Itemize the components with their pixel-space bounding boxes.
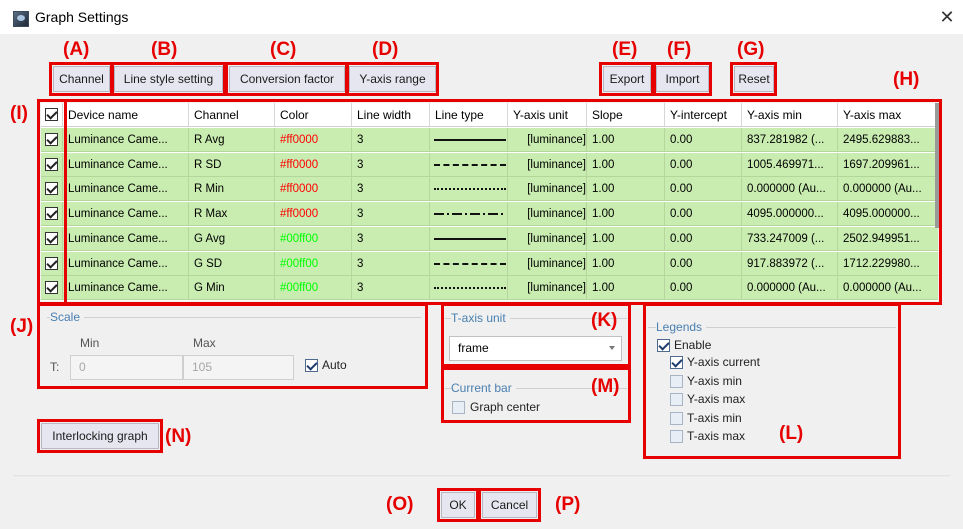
- highlight-b: [111, 62, 226, 96]
- callout-m: (M): [591, 376, 620, 397]
- callout-c: (C): [270, 39, 297, 60]
- callout-l: (L): [779, 423, 804, 444]
- callout-o: (O): [386, 494, 414, 515]
- highlight-p-cancel: [478, 488, 541, 522]
- highlight-e: [599, 62, 654, 96]
- callout-p: (P): [555, 494, 581, 515]
- callout-j: (J): [10, 316, 34, 337]
- callout-d: (D): [372, 39, 399, 60]
- close-icon[interactable]: ✕: [935, 6, 959, 28]
- highlight-j-scale: [37, 303, 428, 389]
- callout-i: (I): [10, 103, 28, 124]
- highlight-c: [225, 62, 348, 96]
- app-icon: [13, 11, 29, 27]
- highlight-d: [346, 62, 439, 96]
- callout-b: (B): [151, 39, 178, 60]
- highlight-l-legends: [643, 303, 901, 459]
- callout-a: (A): [63, 39, 90, 60]
- callout-f: (F): [667, 39, 692, 60]
- highlight-h-table: [37, 99, 942, 305]
- highlight-o-ok: [437, 488, 479, 522]
- callout-g: (G): [737, 39, 765, 60]
- callout-k: (K): [591, 310, 618, 331]
- highlight-i-checkbox-column: [37, 99, 67, 305]
- title-bar: Graph Settings ✕: [0, 0, 963, 34]
- callout-n: (N): [165, 426, 192, 447]
- callout-e: (E): [612, 39, 638, 60]
- highlight-f: [653, 62, 712, 96]
- highlight-a: [49, 62, 113, 96]
- highlight-n-interlocking: [37, 419, 163, 453]
- highlight-g: [730, 62, 777, 96]
- window-title: Graph Settings: [35, 9, 129, 25]
- footer-divider: [13, 475, 950, 478]
- callout-h: (H): [893, 69, 920, 90]
